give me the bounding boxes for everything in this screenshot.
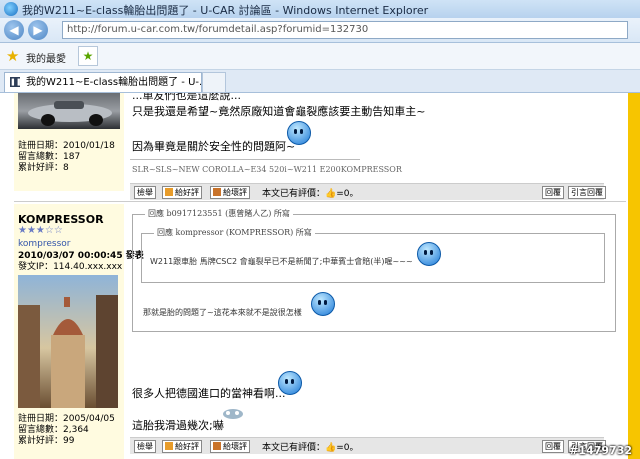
post1-line3: 因為畢竟是關於安全性的問題阿~ xyxy=(132,140,296,153)
window-title: 我的W211~E-class輪胎出問題了 - U-CAR 討論區 - Windo… xyxy=(22,4,429,17)
post2-action-bar: 檢舉 給好評 給壞評 本文已有評價：👍=0。 回覆 引言回覆 xyxy=(130,437,606,454)
address-input[interactable]: http://forum.u-car.com.tw/forumdetail.as… xyxy=(62,21,628,39)
good-rating-button[interactable]: 給好評 xyxy=(162,186,202,199)
scared-smiley-icon xyxy=(222,407,244,421)
good-rating-label: 給好評 xyxy=(175,188,199,197)
post1-line1: ...車友們也是這麼說... xyxy=(132,93,241,102)
cathedral-photo-icon xyxy=(18,295,118,408)
post2-post-time: 2010/03/07 00:00:45 發表 xyxy=(18,251,144,261)
post1-action-bar: 檢舉 給好評 給壞評 本文已有評價：👍=0。 回覆 引言回覆 xyxy=(130,183,606,200)
post2-line1: 很多人把德國進口的當神看啊... xyxy=(132,387,286,400)
add-favorite-icon[interactable]: ★ xyxy=(78,46,98,66)
post2-ip: 發文IP：114.40.xxx.xxx xyxy=(18,262,123,272)
good-rating-label: 給好評 xyxy=(175,442,199,451)
favorites-star-icon[interactable]: ★ xyxy=(6,47,19,65)
back-arrow-icon[interactable]: ◀ xyxy=(4,20,24,40)
quote-outer: 回應 b0917123551 (惠曾賭人乙) 所寫 回應 kompressor … xyxy=(132,208,616,332)
reply-button[interactable]: 回覆 xyxy=(542,186,564,199)
rating-thumb-icon: 👍 xyxy=(325,443,337,453)
page-content: 註冊日期：2010/01/18 留言總數：187 累計好評：8 ...車友們也是… xyxy=(0,93,640,459)
rating-value: =0。 xyxy=(336,189,359,199)
score-label: 累計好評： xyxy=(18,436,64,446)
reg-date-label: 註冊日期： xyxy=(18,414,64,424)
report-button[interactable]: 檢舉 xyxy=(134,440,156,453)
bad-rating-label: 給壞評 xyxy=(223,442,247,451)
address-bar-row: ◀ ▶ http://forum.u-car.com.tw/forumdetai… xyxy=(0,18,640,43)
post1-rating: 本文已有評價：👍=0。 xyxy=(262,186,359,199)
favorites-button[interactable]: 我的最愛 xyxy=(26,50,66,65)
quote-outer-label: 回應 b0917123551 (惠曾賭人乙) 所寫 xyxy=(145,208,293,219)
score-label: 累計好評： xyxy=(18,163,64,173)
post1-line2: 只是我還是希望~竟然原廠知道會龜裂應該要主動告知車主~ xyxy=(132,105,426,118)
favorites-bar: ★ 我的最愛 ★ xyxy=(0,43,640,70)
signature-divider xyxy=(130,159,360,160)
post-count-label: 留言總數： xyxy=(18,425,64,435)
rating-label: 本文已有評價： xyxy=(262,189,326,199)
vertical-scrollbar[interactable] xyxy=(628,93,640,459)
reg-date-value: 2005/04/05 xyxy=(63,414,115,424)
rating-value: =0。 xyxy=(336,443,359,453)
post-separator xyxy=(14,201,626,202)
reg-date-label: 註冊日期： xyxy=(18,141,64,151)
post-count-value: 187 xyxy=(63,152,81,162)
site-favicon-icon: ❚❚ xyxy=(10,77,22,87)
post1-avatar xyxy=(18,93,120,129)
quote-inner-text: W211跟車胎 馬牌CSC2 會龜裂早已不是新聞了;中華賓士會賠(半)喔~~~ xyxy=(150,257,413,266)
quote-reply-button[interactable]: 引言回覆 xyxy=(568,186,606,199)
reply-button[interactable]: 回覆 xyxy=(542,440,564,453)
post2-user-link[interactable]: kompressor xyxy=(18,239,71,250)
bad-rating-button[interactable]: 給壞評 xyxy=(210,186,250,199)
post2-line2: 這胎我滑過幾次;嚇 xyxy=(132,419,224,432)
forward-arrow-icon[interactable]: ▶ xyxy=(28,20,48,40)
ie-logo-icon xyxy=(4,2,18,16)
post2-rating: 本文已有評價：👍=0。 xyxy=(262,440,359,453)
post1-signature: SLR~SLS~NEW COROLLA~E34 520i~W211 E200KO… xyxy=(132,165,402,174)
tab-title: 我的W211~E-class輪胎出問題了 - U-... xyxy=(26,77,202,88)
post-count-value: 2,364 xyxy=(63,425,89,435)
post2-user-stats: 註冊日期：2005/04/05 留言總數：2,364 累計好評：99 xyxy=(18,414,115,447)
thumbs-up-icon xyxy=(165,188,173,196)
tab-bar: ❚❚ 我的W211~E-class輪胎出問題了 - U-... xyxy=(0,70,640,93)
smiley-icon xyxy=(311,292,335,316)
quote-inner-label: 回應 kompressor (KOMPRESSOR) 所寫 xyxy=(154,227,315,238)
rating-thumb-icon: 👍 xyxy=(325,189,337,199)
image-watermark: #1479732 xyxy=(569,444,632,457)
new-tab-button[interactable] xyxy=(202,72,226,93)
reg-date-value: 2010/01/18 xyxy=(63,141,115,151)
car-photo-icon xyxy=(28,101,112,126)
smiley-icon xyxy=(417,242,441,266)
score-value: 99 xyxy=(63,436,75,446)
post-count-label: 留言總數： xyxy=(18,152,64,162)
bad-rating-button[interactable]: 給壞評 xyxy=(210,440,250,453)
tab-current[interactable]: ❚❚ 我的W211~E-class輪胎出問題了 - U-... xyxy=(4,72,202,92)
post2-avatar xyxy=(18,275,118,408)
rating-label: 本文已有評價： xyxy=(262,443,326,453)
thumbs-down-icon xyxy=(213,188,221,196)
score-value: 8 xyxy=(63,163,69,173)
report-button[interactable]: 檢舉 xyxy=(134,186,156,199)
quote-inner: 回應 kompressor (KOMPRESSOR) 所寫 W211跟車胎 馬牌… xyxy=(141,227,605,283)
user-rank-stars: ★★★☆☆ xyxy=(18,225,63,236)
thumbs-up-icon xyxy=(165,442,173,450)
quote-outer-text: 那就是胎的問題了~這花本來就不是說很怎樣 xyxy=(143,308,302,317)
thumbs-down-icon xyxy=(213,442,221,450)
good-rating-button[interactable]: 給好評 xyxy=(162,440,202,453)
post1-user-stats: 註冊日期：2010/01/18 留言總數：187 累計好評：8 xyxy=(18,141,115,174)
bad-rating-label: 給壞評 xyxy=(223,188,247,197)
window-titlebar: 我的W211~E-class輪胎出問題了 - U-CAR 討論區 - Windo… xyxy=(0,0,640,19)
